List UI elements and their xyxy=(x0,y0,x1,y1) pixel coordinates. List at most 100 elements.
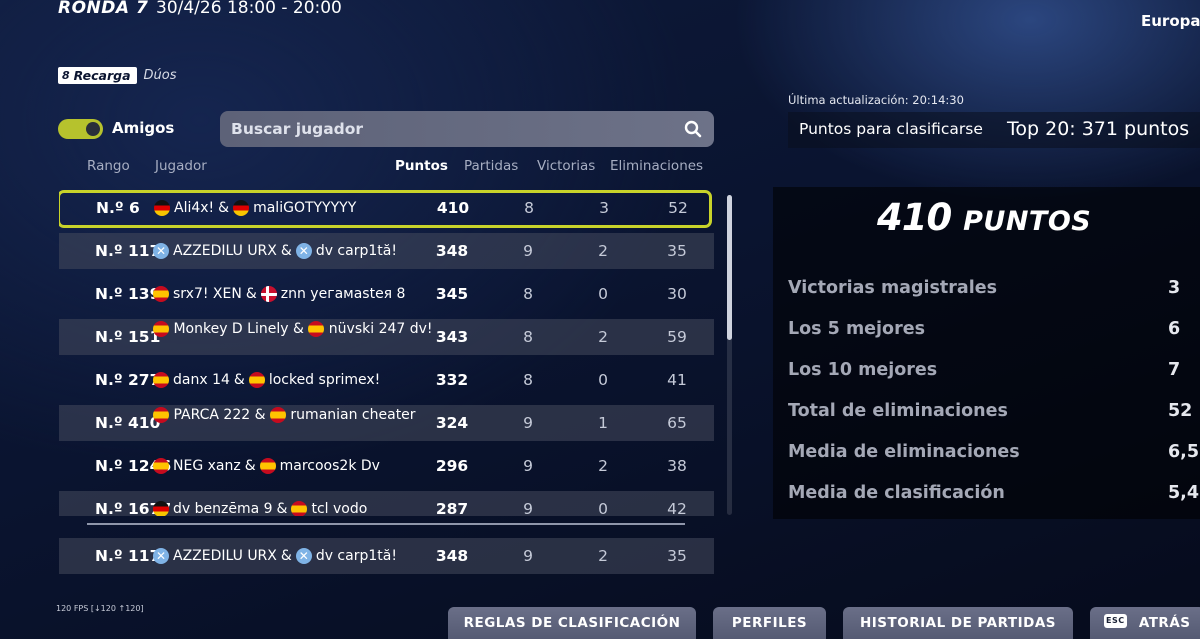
player-2-name: marcoos2k Dv xyxy=(279,458,380,474)
row-points: 332 xyxy=(435,371,469,389)
col-header-elims[interactable]: Eliminaciones xyxy=(610,158,703,174)
table-row-selected[interactable]: N.º 6 Ali4x! & maliGOTYYYYY 410 8 3 52 xyxy=(59,190,712,228)
scrollbar[interactable] xyxy=(727,195,732,515)
row-elims: 30 xyxy=(667,285,687,303)
player-1-name: PARCA 222 xyxy=(173,407,251,423)
stat-value: 52 xyxy=(1168,401,1193,421)
round-time: 30/4/26 18:00 - 20:00 xyxy=(156,0,342,18)
row-elims: 65 xyxy=(667,414,687,432)
row-points: 345 xyxy=(435,285,469,303)
flag-icon xyxy=(153,321,169,337)
stat-label: Media de clasificación xyxy=(788,483,1005,503)
row-rank: N.º 151 xyxy=(95,328,161,346)
row-matches: 9 xyxy=(523,500,533,516)
flag-icon xyxy=(259,458,276,474)
col-header-matches[interactable]: Partidas xyxy=(464,158,518,174)
mode-badge-box: 8 Recarga xyxy=(58,66,137,84)
row-points: 348 xyxy=(435,242,469,260)
row-elims: 52 xyxy=(668,199,688,217)
row-points: 343 xyxy=(435,328,469,346)
col-header-wins[interactable]: Victorias xyxy=(537,158,595,174)
row-elims: 41 xyxy=(667,371,687,389)
row-players: Monkey D Linely & nüvski 247 dv! xyxy=(153,319,433,357)
player-2-name: locked sprimex! xyxy=(268,372,381,388)
flag-icon xyxy=(153,286,169,302)
col-header-points[interactable]: Puntos xyxy=(395,158,448,174)
ampersand: & xyxy=(280,243,292,259)
table-row[interactable]: N.º 139 srx7! XEN & znn уегамаstея 8 345 8… xyxy=(59,276,714,312)
search-box[interactable] xyxy=(220,111,714,147)
fps-counter: 120 FPS [↓120 ↑120] xyxy=(56,604,144,613)
table-row[interactable]: N.º 1677 dv benzēma 9 & tcl vodo 287 9 0 42 xyxy=(59,491,714,516)
row-wins: 0 xyxy=(598,500,608,516)
flag-icon xyxy=(154,200,170,216)
friends-toggle[interactable] xyxy=(58,119,103,139)
flag-icon: ✕ xyxy=(295,243,312,259)
row-points: 296 xyxy=(435,457,469,475)
stat-value: 5,4 xyxy=(1168,483,1200,503)
player-2-name: dv carp1tă! xyxy=(315,548,397,564)
total-points-number: 410 xyxy=(877,196,952,239)
player-2-name: tcl vodo xyxy=(311,501,368,516)
scrollbar-thumb[interactable] xyxy=(727,195,732,340)
qualify-label: Puntos para clasificarse xyxy=(799,120,983,138)
ampersand: & xyxy=(254,407,266,423)
search-icon[interactable] xyxy=(684,120,702,138)
ampersand: & xyxy=(244,458,256,474)
table-row[interactable]: N.º 117 ✕ AZZEDILU URX & ✕ dv carp1tă! 348… xyxy=(59,233,714,269)
mode-badge: 8 Recarga Dúos xyxy=(58,66,177,84)
flag-icon: ✕ xyxy=(153,548,169,564)
row-wins: 3 xyxy=(599,199,609,217)
back-button[interactable]: ESC ATRÁS xyxy=(1090,607,1200,639)
rules-button[interactable]: REGLAS DE CLASIFICACIÓN xyxy=(448,607,696,639)
row-players: Ali4x! & maliGOTYYYYY xyxy=(154,190,356,226)
row-points: 410 xyxy=(436,199,470,217)
region-label: Europa xyxy=(1141,12,1200,30)
flag-icon xyxy=(269,407,286,423)
col-header-rank: Rango xyxy=(87,158,130,174)
flag-icon xyxy=(308,321,325,337)
row-players: PARCA 222 & rumanian cheater xyxy=(153,405,433,443)
table-row[interactable]: N.º 1246 NEG xanz & marcoos2k Dv 296 9 2 38 xyxy=(59,448,714,484)
player-1-name: AZZEDILU URX xyxy=(173,243,277,259)
match-history-button[interactable]: HISTORIAL DE PARTIDAS xyxy=(843,607,1073,639)
player-1-name: Monkey D Linely xyxy=(173,321,289,337)
stat-value: 6,5 xyxy=(1168,442,1200,462)
player-1-name: Ali4x! xyxy=(174,200,215,216)
row-players: ✕ AZZEDILU URX & ✕ dv carp1tă! xyxy=(153,538,397,574)
row-wins: 1 xyxy=(598,414,608,432)
player-1-name: danx 14 xyxy=(173,372,230,388)
stat-label: Victorias magistrales xyxy=(788,278,998,298)
flag-icon: ✕ xyxy=(295,548,312,564)
search-input[interactable] xyxy=(231,119,671,139)
total-points: 410 PUNTOS xyxy=(877,196,1091,239)
row-players: srx7! XEN & znn уегамаstея 8 xyxy=(153,276,405,312)
row-elims: 38 xyxy=(667,457,687,475)
back-label: ATRÁS xyxy=(1138,615,1191,631)
row-points: 348 xyxy=(435,547,469,565)
table-row[interactable]: N.º 151 Monkey D Linely & nüvski 247 dv!… xyxy=(59,319,714,355)
player-1-name: srx7! XEN xyxy=(173,286,242,302)
ampersand: & xyxy=(245,286,257,302)
leaderboard-list[interactable]: N.º 6 Ali4x! & maliGOTYYYYY 410 8 3 52 N.º 11… xyxy=(59,190,719,516)
round-title: RONDA 7 xyxy=(58,0,149,18)
row-elims: 59 xyxy=(667,328,687,346)
row-matches: 9 xyxy=(523,242,533,260)
own-player-row[interactable]: N.º 117 ✕ AZZEDILU URX & ✕ dv carp1tă! 3… xyxy=(59,538,714,574)
mode-sub: Dúos xyxy=(143,67,177,83)
row-players: ✕ AZZEDILU URX & ✕ dv carp1tă! xyxy=(153,233,397,269)
row-wins: 2 xyxy=(598,457,608,475)
profiles-button[interactable]: PERFILES xyxy=(713,607,826,639)
row-elims: 35 xyxy=(667,547,687,565)
row-matches: 8 xyxy=(524,199,534,217)
player-2-name: rumanian cheater xyxy=(290,407,416,423)
qualify-box: Puntos para clasificarse Top 20: 371 pun… xyxy=(788,112,1200,148)
table-row[interactable]: N.º 410 PARCA 222 & rumanian cheater 324 9… xyxy=(59,405,714,441)
reload-icon: 8 xyxy=(62,68,70,82)
flag-icon xyxy=(153,458,169,474)
row-players: NEG xanz & marcoos2k Dv xyxy=(153,448,380,484)
player-2-name: maliGOTYYYYY xyxy=(253,200,357,216)
row-matches: 9 xyxy=(523,457,533,475)
table-row[interactable]: N.º 277 danx 14 & locked sprimex! 332 8 0 41 xyxy=(59,362,714,398)
stat-value: 3 xyxy=(1168,278,1181,298)
